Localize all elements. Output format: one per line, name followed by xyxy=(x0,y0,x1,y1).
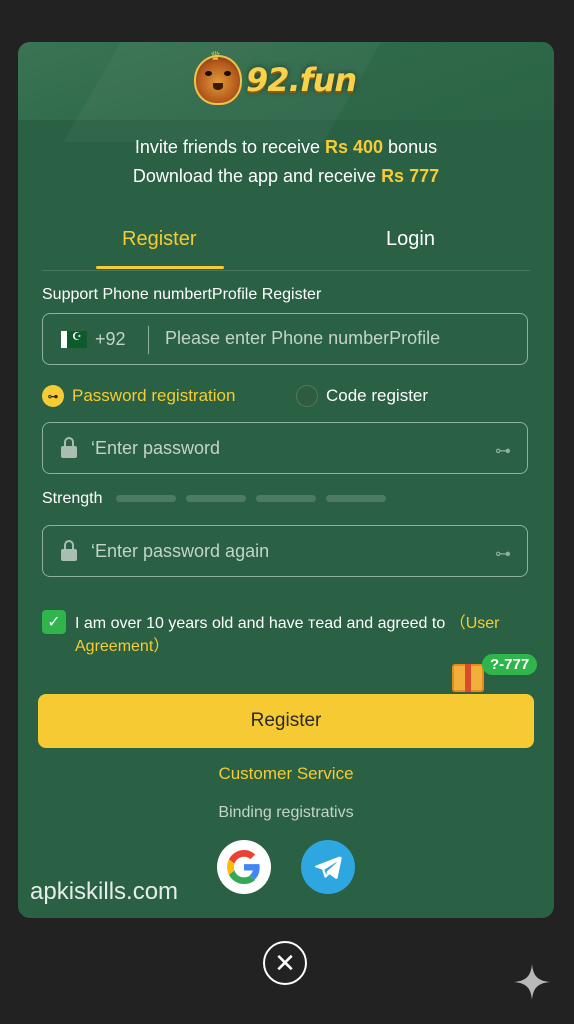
brand-logo: ♛ 92.fun xyxy=(194,49,357,106)
customer-service-link[interactable]: Customer Service xyxy=(18,764,554,784)
lock-icon xyxy=(61,540,77,561)
pakistan-flag-icon[interactable]: ☪ xyxy=(61,331,87,348)
sparkle-icon xyxy=(514,964,550,1000)
logo-tiger-icon: ♛ xyxy=(194,49,242,105)
lock-icon xyxy=(61,437,77,458)
google-login-button[interactable] xyxy=(217,840,271,894)
password-registration-option[interactable]: ⊶ Password registration xyxy=(42,385,235,407)
binding-label: Binding registrativs xyxy=(218,804,354,821)
telegram-login-button[interactable] xyxy=(301,840,355,894)
strength-label: Strength xyxy=(42,490,103,507)
gift-promo[interactable]: ?-777 xyxy=(448,654,538,694)
google-icon xyxy=(227,850,260,884)
telegram-icon xyxy=(314,856,342,879)
agreement-text: I am over 10 years old and have тead and… xyxy=(75,615,500,655)
strength-bar xyxy=(186,495,246,502)
confirm-password-field[interactable]: ‘Enter password again ⊶ xyxy=(42,525,528,577)
logo-text: 92.fun xyxy=(246,61,357,99)
password-input[interactable]: ‘Enter password xyxy=(91,438,220,459)
phone-field[interactable]: ☪ +92 Please enter Phone numberProfile xyxy=(42,313,528,365)
register-modal: ♛ 92.fun Invite friends to receive Rs 40… xyxy=(18,42,554,918)
show-password-icon[interactable]: ⊶ xyxy=(495,544,511,564)
show-password-icon[interactable]: ⊶ xyxy=(495,441,511,461)
active-tab-indicator xyxy=(96,266,224,269)
promo-invite: Invite friends to receive Rs 400 bonus xyxy=(134,137,438,157)
close-icon[interactable]: ✕ xyxy=(263,941,307,985)
download-bonus-amount: Rs 777 xyxy=(381,166,440,186)
phone-label: Support Phone numbertProfile Register xyxy=(42,286,322,303)
strength-bar xyxy=(326,495,386,502)
register-button[interactable]: Register xyxy=(38,694,534,748)
strength-bar xyxy=(256,495,316,502)
country-code[interactable]: +92 xyxy=(95,329,126,350)
check-icon[interactable]: ✓ xyxy=(42,610,66,634)
password-field[interactable]: ‘Enter password ⊶ xyxy=(42,422,528,474)
confirm-password-input[interactable]: ‘Enter password again xyxy=(91,541,269,562)
gift-badge: ?-777 xyxy=(482,654,538,675)
auth-tabs: Register Login xyxy=(42,222,530,271)
tab-register[interactable]: Register xyxy=(122,228,196,251)
strength-bar xyxy=(116,495,176,502)
code-register-option[interactable]: Code register xyxy=(296,385,428,407)
watermark: apkiskills.com xyxy=(30,878,179,905)
invite-bonus-amount: Rs 400 xyxy=(325,137,384,157)
field-divider xyxy=(148,326,149,354)
phone-input[interactable]: Please enter Phone numberProfile xyxy=(165,328,515,349)
promo-download: Download the app and receive Rs 777 xyxy=(132,166,440,186)
gift-icon xyxy=(452,664,484,692)
tab-login[interactable]: Login xyxy=(386,228,435,251)
key-icon: ⊶ xyxy=(42,385,64,407)
radio-unselected xyxy=(296,385,318,407)
modal-header: ♛ 92.fun xyxy=(18,42,554,120)
